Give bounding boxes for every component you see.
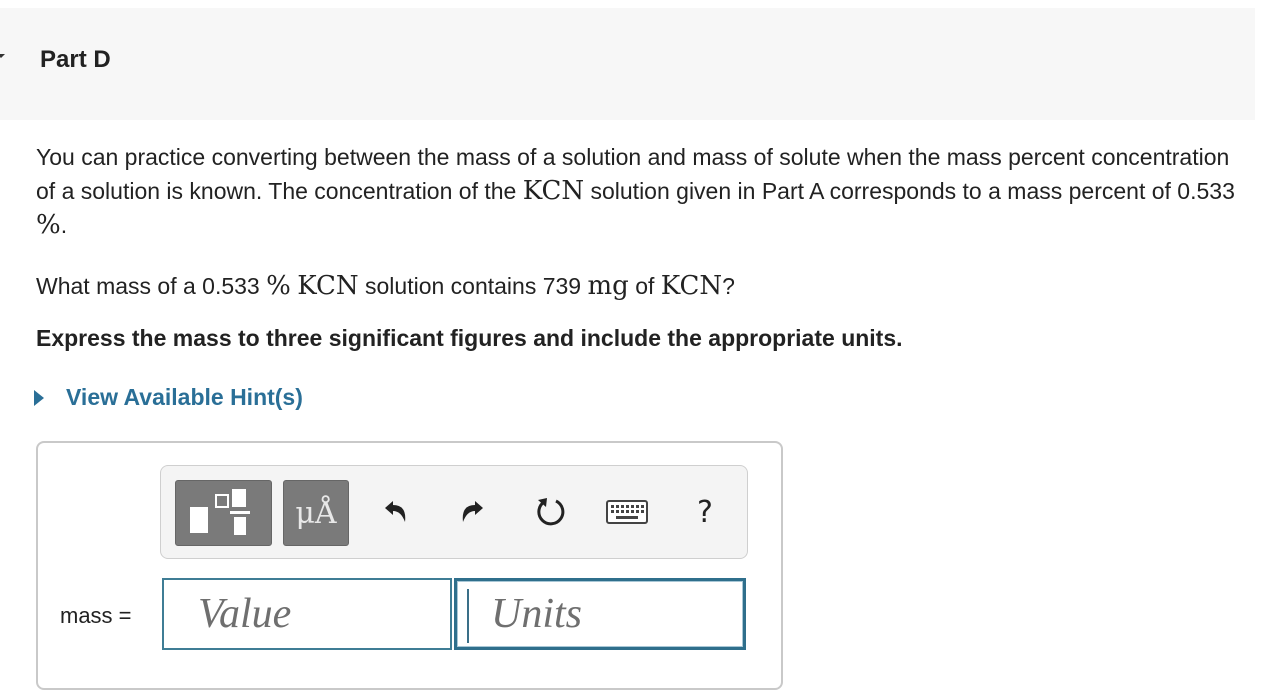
question-segment: What mass of a 0.533 — [36, 273, 267, 299]
text-cursor — [467, 589, 469, 643]
answer-box: μÅ ? mass = Value Units — [36, 441, 783, 690]
mass-label: mass = — [60, 603, 132, 628]
view-hints-link[interactable]: View Available Hint(s) — [34, 384, 303, 411]
units-placeholder: Units — [491, 591, 583, 637]
undo-icon[interactable] — [375, 492, 415, 532]
view-hints-label[interactable]: View Available Hint(s) — [66, 384, 303, 411]
reset-icon[interactable] — [531, 492, 571, 532]
percent-symbol: % — [36, 210, 61, 240]
formula-kcn: KCN — [297, 271, 359, 301]
collapse-caret-icon[interactable] — [0, 54, 5, 58]
expand-triangle-icon — [34, 389, 44, 406]
question-text: What mass of a 0.533 % KCN solution cont… — [36, 266, 735, 306]
value-placeholder: Value — [198, 591, 292, 637]
question-segment: solution contains 739 — [358, 273, 588, 299]
units-icon: μÅ — [295, 495, 337, 531]
part-title: Part D — [40, 46, 111, 73]
prompt-text: solution given in Part A corresponds to … — [584, 178, 1235, 204]
prompt-text: . — [60, 212, 68, 238]
units-button[interactable]: μÅ — [283, 480, 349, 546]
question-segment: ? — [722, 273, 735, 299]
keyboard-icon[interactable] — [605, 492, 649, 532]
value-input[interactable]: Value — [162, 578, 452, 650]
formula-kcn: KCN — [660, 271, 723, 301]
question-segment: of — [628, 273, 661, 299]
part-header[interactable]: Part D — [0, 8, 1255, 120]
math-toolbar: μÅ ? — [160, 465, 748, 559]
units-input[interactable]: Units — [454, 578, 746, 650]
redo-icon[interactable] — [453, 492, 493, 532]
templates-icon — [190, 489, 250, 535]
instruction-text: Express the mass to three significant fi… — [36, 325, 903, 351]
formula-kcn: KCN — [522, 176, 585, 206]
unit-mg: mg — [587, 271, 629, 301]
templates-button[interactable] — [175, 480, 272, 546]
percent-symbol: % — [266, 271, 291, 301]
problem-prompt: You can practice converting between the … — [36, 140, 1251, 242]
help-icon[interactable]: ? — [685, 492, 725, 532]
